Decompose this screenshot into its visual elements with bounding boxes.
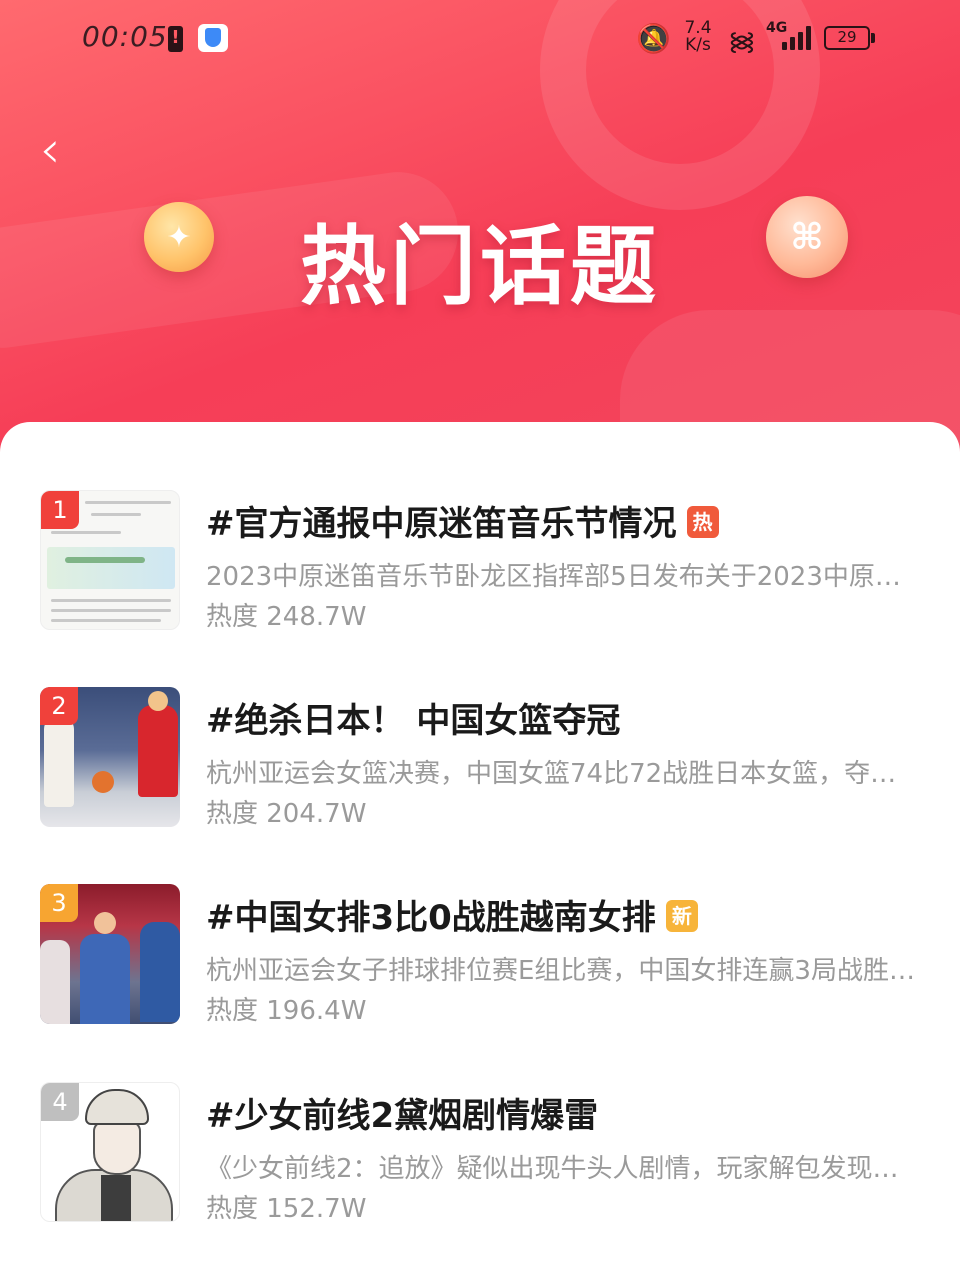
topic-thumbnail: 1 — [40, 490, 180, 630]
chevron-left-icon: ‹ — [39, 120, 61, 180]
page: 00:05 🔕 7.4 K/s ᯼ 4G 29 ‹ ✦ 热门话题 ⌘ — [0, 0, 960, 1271]
topic-description: 杭州亚运会女子排球排位赛E组比赛，中国女排连赢3局战胜越南女排 — [206, 956, 918, 986]
topic-heat: 热度 248.7W — [206, 602, 367, 632]
topic-title-text: #中国女排3比0战胜越南女排 — [206, 898, 656, 938]
topic-title-text: #少女前线2黛烟剧情爆雷 — [206, 1096, 599, 1136]
rank-badge: 3 — [40, 884, 78, 922]
topic-title-text: #官方通报中原迷笛音乐节情况 — [206, 504, 677, 544]
wifi-icon: ᯼ — [728, 27, 756, 57]
rank-badge: 4 — [41, 1083, 79, 1121]
topic-item[interactable]: 2 #绝杀日本！ 中国女篮夺冠 杭州亚运会女篮决赛，中国女篮74比72战胜日本女… — [0, 687, 960, 837]
hot-tag: 热 — [686, 505, 719, 538]
rank-badge: 2 — [40, 687, 78, 725]
topic-description: 《少女前线2：追放》疑似出现牛头人剧情，玩家解包发现相关内容 — [206, 1154, 918, 1184]
status-bar: 00:05 🔕 7.4 K/s ᯼ 4G 29 — [0, 0, 960, 80]
topic-thumbnail: 4 — [40, 1082, 180, 1222]
battery-alert-icon — [168, 26, 183, 52]
topic-description: 2023中原迷笛音乐节卧龙区指挥部5日发布关于2023中原迷笛音乐节有关情况的通… — [206, 562, 918, 592]
coin-icon: ⌘ — [766, 196, 848, 278]
topic-item[interactable]: 3 #中国女排3比0战胜越南女排新 杭州亚运会女子排球排位赛E组比赛，中国女排连… — [0, 884, 960, 1034]
topic-thumbnail: 2 — [40, 687, 180, 827]
topic-title: #中国女排3比0战胜越南女排新 — [206, 890, 698, 939]
new-tag: 新 — [665, 899, 698, 932]
topic-title: #绝杀日本！ 中国女篮夺冠 — [206, 693, 620, 742]
topic-list: 1 #官方通报中原迷笛音乐节情况热 2023中原迷笛音乐节卧龙区指挥部5日发布关… — [0, 422, 960, 1271]
status-time: 00:05 — [82, 20, 168, 53]
topic-item[interactable]: 1 #官方通报中原迷笛音乐节情况热 2023中原迷笛音乐节卧龙区指挥部5日发布关… — [0, 490, 960, 640]
shield-icon — [198, 24, 228, 52]
topic-heat: 热度 152.7W — [206, 1194, 367, 1224]
topic-description: 杭州亚运会女篮决赛，中国女篮74比72战胜日本女篮，夺得冠军 — [206, 759, 918, 789]
topic-title-text: #绝杀日本！ 中国女篮夺冠 — [206, 701, 621, 741]
back-button[interactable]: ‹ — [26, 122, 74, 182]
mute-bell-icon: 🔕 — [636, 22, 671, 55]
header-banner: 00:05 🔕 7.4 K/s ᯼ 4G 29 ‹ ✦ 热门话题 ⌘ — [0, 0, 960, 470]
topic-heat: 热度 196.4W — [206, 996, 367, 1026]
topic-heat: 热度 204.7W — [206, 799, 367, 829]
rank-badge: 1 — [41, 491, 79, 529]
page-title: 热门话题 — [300, 217, 660, 317]
signal-icon — [782, 26, 812, 50]
topic-thumbnail: 3 — [40, 884, 180, 1024]
topic-title: #官方通报中原迷笛音乐节情况热 — [206, 496, 719, 545]
battery-level: 29 — [824, 26, 875, 50]
topic-title: #少女前线2黛烟剧情爆雷 — [206, 1088, 598, 1137]
network-speed-unit: K/s — [685, 35, 711, 55]
topic-item[interactable]: 4 #少女前线2黛烟剧情爆雷 《少女前线2：追放》疑似出现牛头人剧情，玩家解包发… — [0, 1082, 960, 1232]
network-speed: 7.4 K/s — [680, 20, 716, 54]
coin-icon: ✦ — [144, 202, 214, 272]
